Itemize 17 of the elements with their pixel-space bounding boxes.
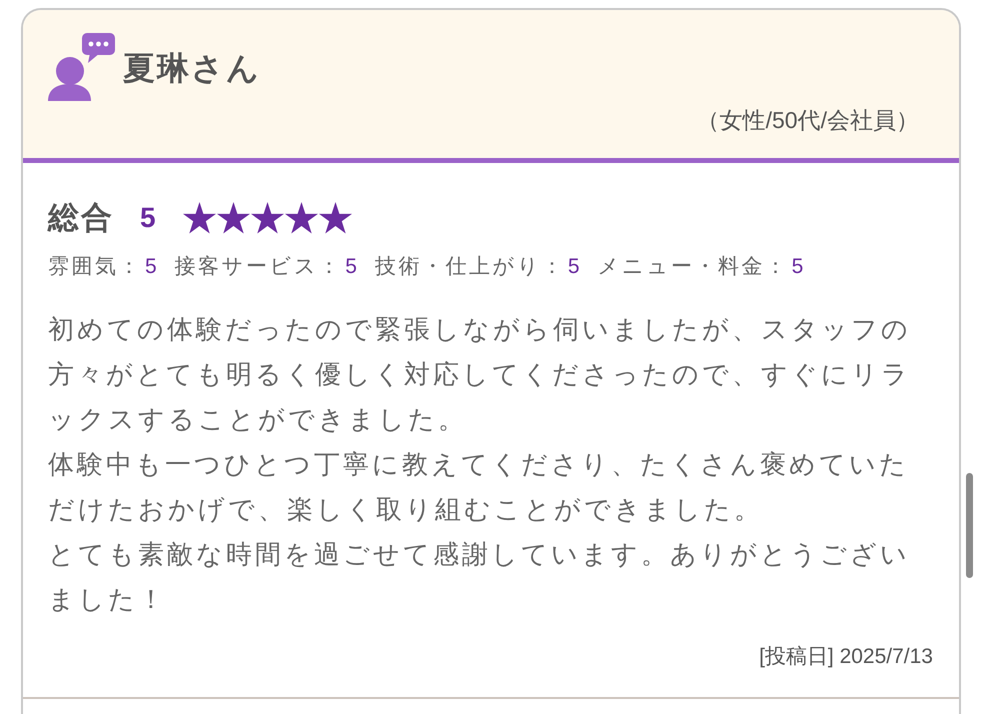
star-icon bbox=[250, 202, 284, 234]
scrollbar-thumb[interactable] bbox=[966, 473, 973, 578]
overall-score: 5 bbox=[140, 201, 156, 235]
star-icon bbox=[318, 202, 352, 234]
category-rating: 雰囲気：5 bbox=[48, 254, 157, 280]
category-rating: 接客サービス：5 bbox=[174, 254, 357, 280]
star-icon bbox=[284, 202, 318, 234]
post-date: [投稿日] 2025/7/13 bbox=[759, 644, 933, 670]
reviewer-profile: （女性/50代/会社員） bbox=[696, 106, 919, 135]
overall-label: 総合 bbox=[48, 199, 114, 237]
category-rating: 技術・仕上がり：5 bbox=[374, 254, 580, 280]
review-text: 初めての体験だったので緊張しながら伺いましたが、スタッフの方々がとても明るく優しく対応してくださったので、すぐにリラックスすることができました。 体験中も一つひとつ丁寧に教えてくださり、たくさん褒めていただけたおかげで、楽しく取り組むことができました。 とても素敵な時間を過ごせて感謝しています。ありがとうございました！ bbox=[48, 313, 912, 616]
star-icon bbox=[216, 202, 250, 234]
user-comment-icon bbox=[48, 33, 115, 101]
reviewer-name: 夏琳さん bbox=[123, 49, 261, 88]
category-rating: メニュー・料金：5 bbox=[598, 254, 804, 280]
star-icon bbox=[182, 202, 216, 234]
